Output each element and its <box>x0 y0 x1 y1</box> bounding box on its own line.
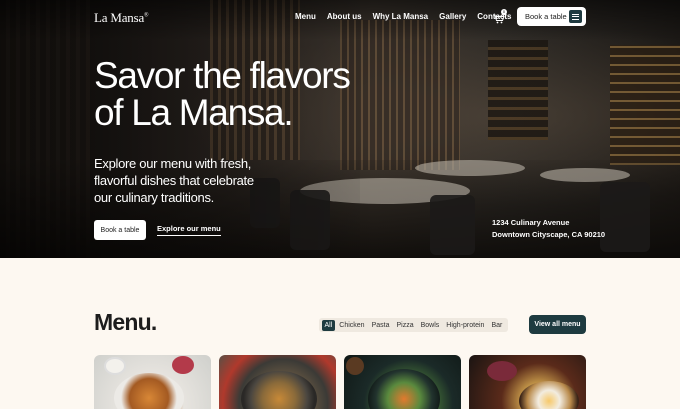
hero-section: La Mansa® Menu About us Why La Mansa Gal… <box>0 0 680 258</box>
hero-headline: Savor the flavors of La Mansa. <box>94 55 351 133</box>
hero-subtitle-line: Explore our menu with fresh, <box>94 156 252 171</box>
menu-card[interactable] <box>94 355 211 409</box>
filter-tab-pasta[interactable]: Pasta <box>369 320 393 331</box>
hero-image-table <box>540 168 630 182</box>
nav-item-about-us[interactable]: About us <box>327 12 362 21</box>
cart-count-badge: 0 <box>501 9 507 15</box>
menu-card[interactable] <box>219 355 336 409</box>
hero-image-chair <box>430 195 475 255</box>
hero-image-wine-rack <box>610 45 680 165</box>
nav-item-gallery[interactable]: Gallery <box>439 12 466 21</box>
address-line: Downtown Cityscape, CA 90210 <box>492 230 606 239</box>
brand-logo[interactable]: La Mansa® <box>94 10 149 26</box>
nav-item-why-la-mansa[interactable]: Why La Mansa <box>373 12 429 21</box>
menu-card[interactable] <box>469 355 586 409</box>
filter-tab-all[interactable]: All <box>321 319 336 331</box>
dish-image <box>172 356 194 374</box>
menu-icon <box>569 10 582 23</box>
filter-tab-bowls[interactable]: Bowls <box>418 320 443 331</box>
menu-filter-tabs: All Chicken Pasta Pizza Bowls High-prote… <box>319 318 508 332</box>
brand-mark: ® <box>144 12 149 19</box>
filter-tab-chicken[interactable]: Chicken <box>336 320 367 331</box>
hero-image-window <box>488 40 548 140</box>
dish-image <box>104 357 126 375</box>
hero-subtitle: Explore our menu with fresh, flavorful d… <box>94 155 264 206</box>
hero-headline-line: of La Mansa. <box>94 92 294 133</box>
dish-image <box>241 371 317 409</box>
dish-image <box>346 357 364 375</box>
address-line: 1234 Culinary Avenue <box>492 218 570 227</box>
dish-image <box>368 369 440 409</box>
filter-tab-bar[interactable]: Bar <box>488 320 505 331</box>
dish-image <box>519 381 579 409</box>
view-all-menu-button[interactable]: View all menu <box>529 315 586 334</box>
hero-subtitle-line: our culinary traditions. <box>94 190 214 205</box>
filter-tab-pizza[interactable]: Pizza <box>393 320 416 331</box>
menu-card[interactable] <box>344 355 461 409</box>
hero-headline-line: Savor the flavors <box>94 55 351 96</box>
book-table-button-header[interactable]: Book a table <box>517 7 586 26</box>
book-table-label: Book a table <box>525 12 567 21</box>
hero-subtitle-line: flavorful dishes that celebrate <box>94 173 254 188</box>
explore-menu-link[interactable]: Explore our menu <box>157 224 221 236</box>
brand-name: La Mansa <box>94 10 145 25</box>
hero-image-chair <box>600 182 650 252</box>
main-nav: Menu About us Why La Mansa Gallery Conta… <box>295 12 523 21</box>
dish-image <box>487 361 517 381</box>
filter-tab-high-protein[interactable]: High-protein <box>443 320 487 331</box>
dish-image <box>114 373 184 409</box>
menu-section-title: Menu. <box>94 309 157 335</box>
nav-item-menu[interactable]: Menu <box>295 12 316 21</box>
hero-image-table <box>415 160 525 176</box>
book-table-button[interactable]: Book a table <box>94 220 146 240</box>
address: 1234 Culinary Avenue Downtown Cityscape,… <box>492 217 605 241</box>
